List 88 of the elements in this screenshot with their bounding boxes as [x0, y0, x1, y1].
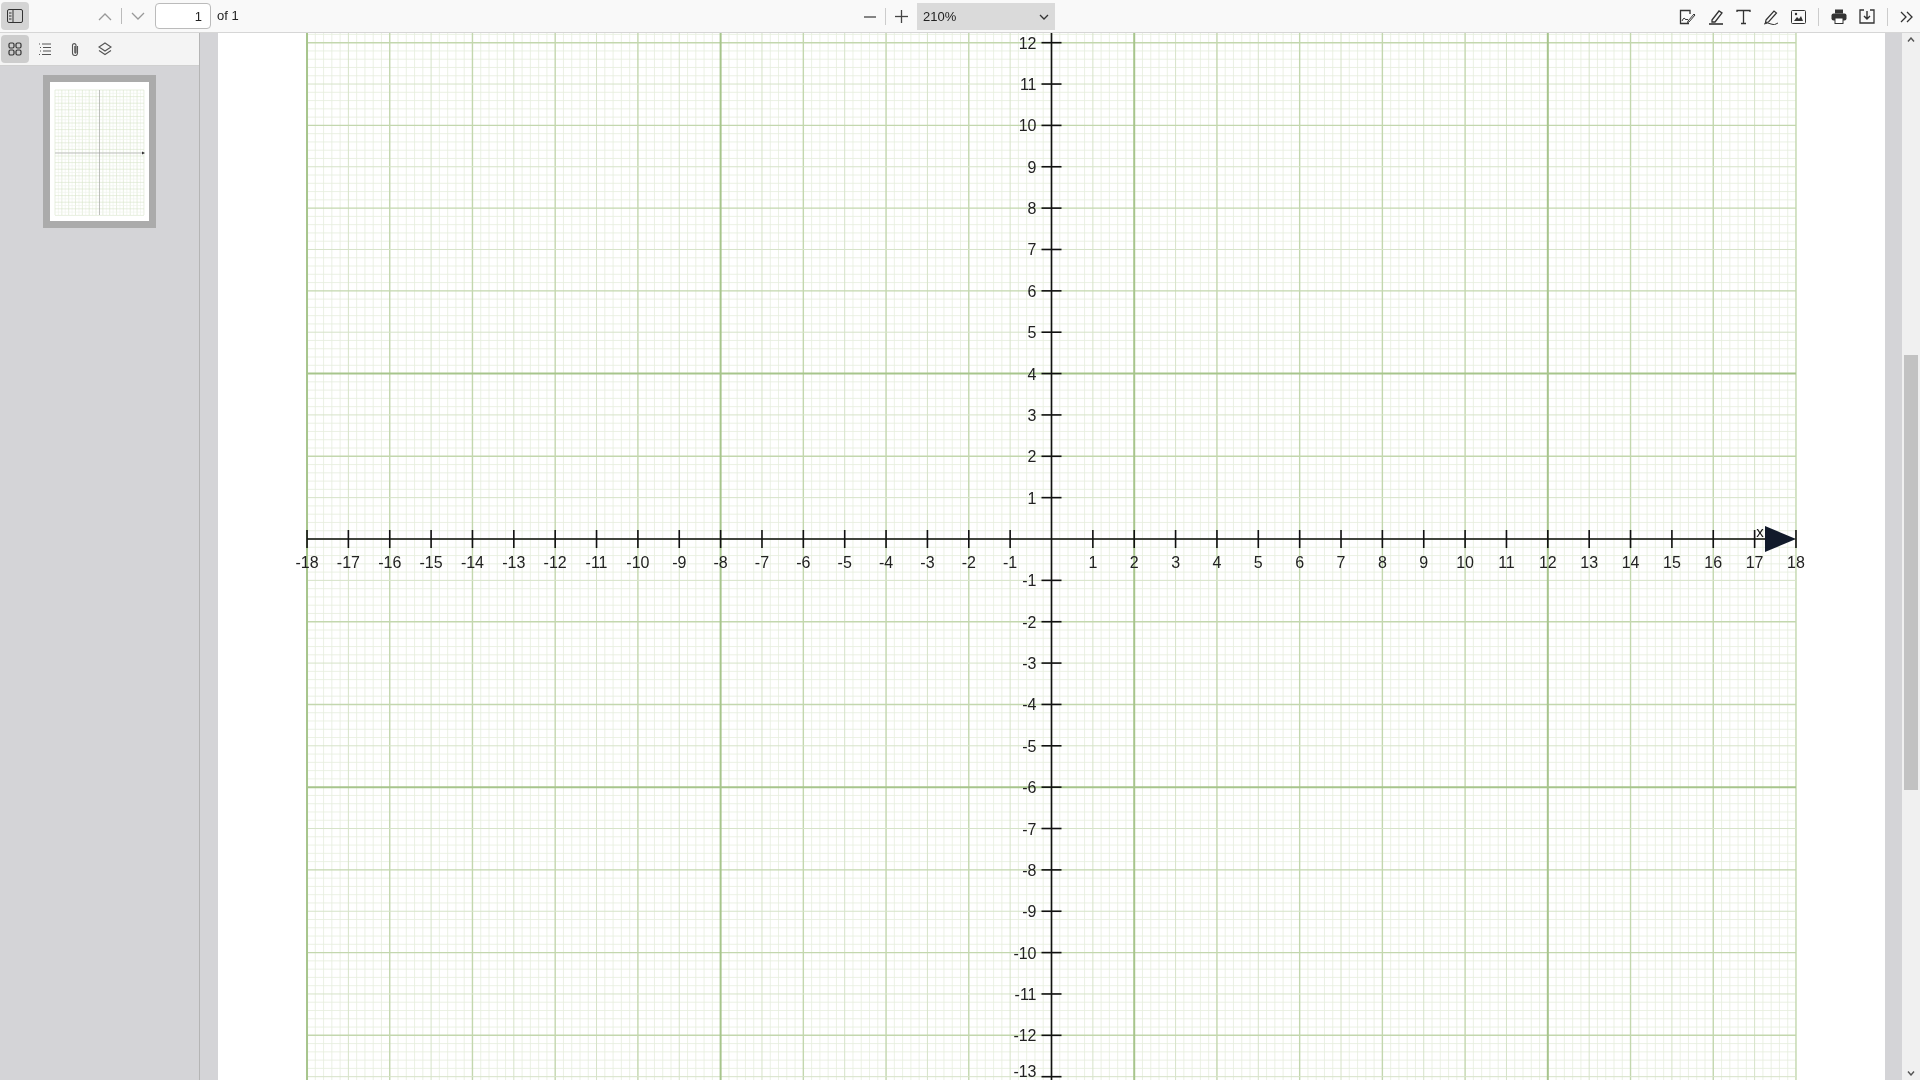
page-number-field[interactable]: 1 — [155, 3, 211, 29]
x-tick-label: 18 — [1787, 554, 1805, 571]
save-icon[interactable] — [1859, 9, 1875, 24]
y-tick-label: 2 — [1027, 448, 1037, 466]
next-page-icon[interactable] — [131, 11, 145, 21]
previous-page-icon[interactable] — [98, 11, 112, 21]
chevron-down-icon — [1039, 13, 1049, 20]
x-tick-label: 13 — [1580, 554, 1599, 571]
y-tick-label: 7 — [1027, 241, 1037, 259]
layers-icon — [97, 41, 113, 57]
x-tick-label: -12 — [543, 554, 567, 571]
x-tick-label: -1 — [1003, 554, 1018, 571]
y-tick-label: 9 — [1027, 158, 1037, 176]
y-tick-label: -12 — [1013, 1027, 1037, 1045]
scroll-up-icon[interactable] — [1907, 37, 1915, 42]
y-tick-label: -6 — [1022, 779, 1037, 797]
zoom-in-icon[interactable] — [894, 9, 909, 24]
x-tick-label: 17 — [1745, 554, 1764, 571]
x-tick-label: -15 — [419, 554, 443, 571]
sidebar-icon — [7, 9, 23, 23]
x-tick-label: 3 — [1171, 554, 1181, 571]
x-tick-label: 16 — [1704, 554, 1723, 571]
y-tick-label: -10 — [1013, 944, 1037, 962]
x-tick-label: -16 — [378, 554, 402, 571]
y-tick-label: -5 — [1022, 737, 1037, 755]
x-tick-label: -14 — [460, 554, 484, 571]
x-tick-label: 8 — [1377, 554, 1387, 571]
y-tick-label: -3 — [1022, 655, 1037, 673]
y-tick-label: 12 — [1018, 34, 1037, 52]
x-tick-label: -10 — [626, 554, 650, 571]
y-tick-label: 1 — [1027, 489, 1037, 507]
y-tick-label: 6 — [1027, 282, 1037, 300]
text-icon[interactable] — [1736, 8, 1751, 25]
page-thumbnail[interactable] — [43, 75, 156, 228]
x-axis-label: x — [1756, 523, 1764, 540]
y-tick-label: -1 — [1022, 572, 1037, 590]
thumbnails-tab[interactable] — [1, 35, 29, 63]
x-tick-label: 5 — [1253, 554, 1263, 571]
x-tick-label: 14 — [1621, 554, 1640, 571]
x-tick-label: 15 — [1663, 554, 1681, 571]
x-tick-label: 1 — [1088, 554, 1098, 571]
x-tick-label: -5 — [837, 554, 852, 571]
x-tick-label: -17 — [336, 554, 360, 571]
x-tick-label: -2 — [961, 554, 976, 571]
x-tick-label: 2 — [1129, 554, 1139, 571]
x-tick-label: -11 — [585, 554, 608, 571]
pen-icon[interactable] — [1763, 8, 1779, 25]
x-tick-label: -4 — [878, 554, 894, 571]
x-tick-label: 11 — [1498, 554, 1515, 571]
y-tick-label: -2 — [1022, 613, 1037, 631]
outline-list-icon — [37, 41, 53, 57]
x-tick-label: -18 — [295, 554, 319, 571]
y-tick-label: 11 — [1019, 76, 1037, 94]
x-tick-label: 9 — [1419, 554, 1429, 571]
x-tick-label: -13 — [502, 554, 526, 571]
y-tick-label: -4 — [1022, 696, 1037, 714]
y-tick-label: -13 — [1013, 1063, 1037, 1080]
x-tick-label: -3 — [920, 554, 935, 571]
highlighter-icon[interactable] — [1708, 8, 1724, 25]
y-tick-label: 4 — [1027, 365, 1037, 383]
y-tick-label: -11 — [1014, 985, 1037, 1003]
scroll-down-icon[interactable] — [1907, 1071, 1915, 1076]
thumbnails-icon — [7, 41, 23, 57]
scrollbar-thumb[interactable] — [1904, 355, 1918, 790]
signature-icon[interactable] — [1679, 8, 1696, 25]
x-tick-label: 10 — [1456, 554, 1474, 571]
y-tick-label: 10 — [1018, 117, 1037, 135]
x-tick-label: 7 — [1336, 554, 1346, 571]
x-tick-label: -9 — [672, 554, 687, 571]
print-icon[interactable] — [1831, 9, 1847, 24]
image-icon[interactable] — [1791, 9, 1806, 24]
x-tick-label: -6 — [796, 554, 811, 571]
y-tick-label: -7 — [1022, 820, 1037, 838]
y-tick-label: 8 — [1027, 200, 1037, 218]
y-tick-label: -9 — [1022, 903, 1037, 921]
x-tick-label: 6 — [1295, 554, 1305, 571]
x-tick-label: 12 — [1538, 554, 1557, 571]
y-tick-label: 5 — [1027, 324, 1037, 342]
scrollbar[interactable] — [1902, 33, 1920, 1080]
zoom-dropdown[interactable]: 210% — [917, 3, 1055, 30]
y-tick-label: -8 — [1022, 861, 1037, 879]
more-tools-icon[interactable] — [1900, 10, 1914, 23]
y-tick-label: 3 — [1027, 406, 1037, 424]
sidebar-toggle-button[interactable] — [1, 2, 29, 30]
x-tick-label: -7 — [754, 554, 770, 571]
x-tick-label: -8 — [713, 554, 728, 571]
x-tick-label: 4 — [1212, 554, 1222, 571]
page-count: of 1 — [217, 7, 239, 26]
